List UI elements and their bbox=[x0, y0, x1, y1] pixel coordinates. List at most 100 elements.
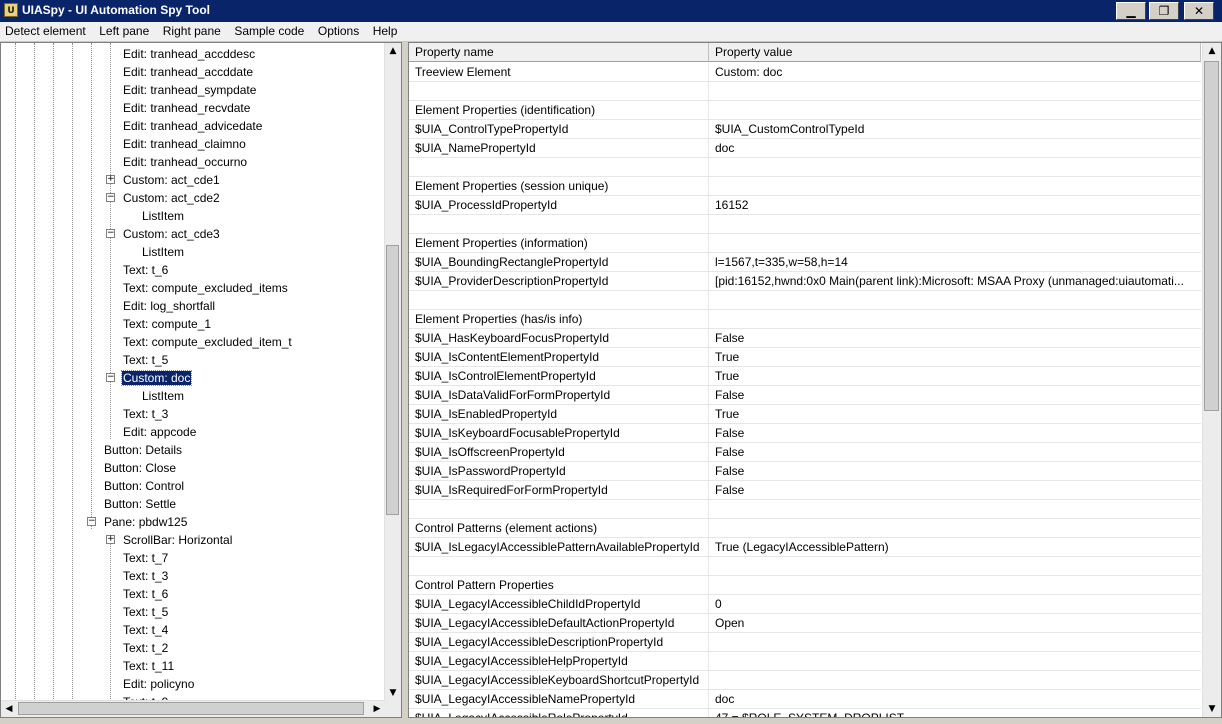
table-row[interactable]: Element Properties (identification) bbox=[409, 101, 1201, 120]
tree-item[interactable]: Edit: tranhead_recvdate bbox=[122, 99, 251, 117]
menu-left-pane[interactable]: Left pane bbox=[94, 22, 154, 41]
scroll-down-arrow-icon[interactable]: ▼ bbox=[1204, 701, 1220, 717]
table-row[interactable]: $UIA_IsControlElementPropertyId True bbox=[409, 367, 1201, 386]
element-tree[interactable]: Edit: tranhead_accddesc Edit: tranhead_ac… bbox=[1, 43, 385, 701]
title-bar[interactable]: U UIASpy - UI Automation Spy Tool ▁ ❐ ✕ bbox=[0, 0, 1222, 22]
table-row[interactable]: Element Properties (has/is info) bbox=[409, 310, 1201, 329]
menu-options[interactable]: Options bbox=[313, 22, 364, 41]
tree-item[interactable]: ListItem bbox=[141, 243, 185, 261]
table-row[interactable]: $UIA_LegacyIAccessibleHelpPropertyId bbox=[409, 652, 1201, 671]
tree-scroll-thumb[interactable] bbox=[386, 245, 399, 515]
column-header-property-value[interactable]: Property value bbox=[709, 43, 1201, 62]
menu-detect-element[interactable]: Detect element bbox=[0, 22, 91, 41]
menu-help[interactable]: Help bbox=[368, 22, 403, 41]
tree-item[interactable]: Text: t_3 bbox=[122, 405, 169, 423]
element-tree-pane[interactable]: Edit: tranhead_accddesc Edit: tranhead_ac… bbox=[0, 42, 402, 718]
collapse-node-icon[interactable]: − bbox=[87, 517, 96, 526]
tree-item[interactable]: Edit: tranhead_claimno bbox=[122, 135, 247, 153]
tree-item[interactable]: Text: t_6 bbox=[122, 585, 169, 603]
table-row[interactable]: $UIA_IsOffscreenPropertyId False bbox=[409, 443, 1201, 462]
close-button[interactable]: ✕ bbox=[1184, 2, 1214, 20]
table-row[interactable] bbox=[409, 158, 1201, 177]
tree-item[interactable]: Edit: appcode bbox=[122, 423, 197, 441]
tree-item[interactable]: Custom: act_cde2 bbox=[122, 189, 221, 207]
tree-item[interactable]: ScrollBar: Horizontal bbox=[122, 531, 233, 549]
tree-item[interactable]: Text: compute_excluded_items bbox=[122, 279, 289, 297]
tree-item[interactable]: Custom: act_cde3 bbox=[122, 225, 221, 243]
tree-hscroll-thumb[interactable] bbox=[18, 702, 364, 715]
table-row[interactable]: $UIA_LegacyIAccessibleRolePropertyId47 =… bbox=[409, 709, 1201, 717]
tree-item[interactable]: Text: t_11 bbox=[122, 657, 175, 675]
tree-item[interactable]: Text: compute_excluded_item_t bbox=[122, 333, 293, 351]
tree-item[interactable]: Text: t_5 bbox=[122, 351, 169, 369]
table-row[interactable]: $UIA_BoundingRectanglePropertyId l=1567,t… bbox=[409, 253, 1201, 272]
tree-item[interactable]: Pane: pbdw125 bbox=[103, 513, 188, 531]
table-row[interactable]: $UIA_IsDataValidForFormPropertyId False bbox=[409, 386, 1201, 405]
collapse-node-icon[interactable]: − bbox=[106, 193, 115, 202]
tree-horizontal-scrollbar[interactable]: ◀ ▶ bbox=[1, 700, 385, 717]
table-row[interactable]: $UIA_LegacyIAccessibleNamePropertyId doc bbox=[409, 690, 1201, 709]
tree-item[interactable]: Button: Settle bbox=[103, 495, 177, 513]
tree-item[interactable]: ListItem bbox=[141, 207, 185, 225]
tree-item[interactable]: Edit: tranhead_occurno bbox=[122, 153, 248, 171]
expand-node-icon[interactable]: + bbox=[106, 535, 115, 544]
table-row[interactable]: $UIA_ProcessIdPropertyId 16152 bbox=[409, 196, 1201, 215]
expand-node-icon[interactable]: + bbox=[106, 175, 115, 184]
tree-item[interactable]: Button: Control bbox=[103, 477, 185, 495]
table-row[interactable]: Control Patterns (element actions) bbox=[409, 519, 1201, 538]
tree-item[interactable]: ListItem bbox=[141, 387, 185, 405]
column-header-property-name[interactable]: Property name bbox=[409, 43, 709, 62]
table-row[interactable]: Element Properties (information) bbox=[409, 234, 1201, 253]
table-row[interactable]: $UIA_IsKeyboardFocusablePropertyId False bbox=[409, 424, 1201, 443]
tree-item[interactable]: Text: t_2 bbox=[122, 639, 169, 657]
tree-vertical-scrollbar[interactable]: ▲ ▼ bbox=[384, 43, 401, 701]
properties-table[interactable]: Property name Property value Treeview El… bbox=[409, 43, 1204, 717]
table-row[interactable]: $UIA_LegacyIAccessibleDescriptionPropert… bbox=[409, 633, 1201, 652]
tree-item[interactable]: Edit: tranhead_advicedate bbox=[122, 117, 263, 135]
tree-item[interactable]: Edit: policyno bbox=[122, 675, 195, 693]
table-row[interactable] bbox=[409, 291, 1201, 310]
scroll-right-arrow-icon[interactable]: ▶ bbox=[369, 701, 385, 717]
minimize-button[interactable]: ▁ bbox=[1116, 2, 1146, 20]
table-row[interactable]: $UIA_LegacyIAccessibleDefaultActionPrope… bbox=[409, 614, 1201, 633]
tree-item[interactable]: Text: t_7 bbox=[122, 549, 169, 567]
table-row[interactable]: $UIA_NamePropertyId doc bbox=[409, 139, 1201, 158]
tree-item[interactable]: Edit: log_shortfall bbox=[122, 297, 216, 315]
table-row[interactable]: $UIA_LegacyIAccessibleKeyboardShortcutPr… bbox=[409, 671, 1201, 690]
table-row[interactable]: Control Pattern Properties bbox=[409, 576, 1201, 595]
tree-item[interactable]: Edit: tranhead_accddesc bbox=[122, 45, 256, 63]
tree-item[interactable]: Text: t_4 bbox=[122, 621, 169, 639]
properties-pane[interactable]: Property name Property value Treeview El… bbox=[408, 42, 1222, 718]
table-row[interactable] bbox=[409, 500, 1201, 519]
scroll-down-arrow-icon[interactable]: ▼ bbox=[385, 685, 401, 701]
table-row[interactable] bbox=[409, 82, 1201, 101]
table-row[interactable]: $UIA_IsEnabledPropertyId True bbox=[409, 405, 1201, 424]
table-row[interactable]: Element Properties (session unique) bbox=[409, 177, 1201, 196]
properties-vertical-scrollbar[interactable]: ▲ ▼ bbox=[1202, 43, 1221, 717]
scroll-up-arrow-icon[interactable]: ▲ bbox=[385, 43, 401, 59]
menu-right-pane[interactable]: Right pane bbox=[158, 22, 226, 41]
restore-button[interactable]: ❐ bbox=[1149, 2, 1179, 20]
tree-item[interactable]: Text: t_6 bbox=[122, 261, 169, 279]
table-row[interactable] bbox=[409, 215, 1201, 234]
scroll-up-arrow-icon[interactable]: ▲ bbox=[1204, 43, 1220, 59]
table-row[interactable]: $UIA_HasKeyboardFocusPropertyId False bbox=[409, 329, 1201, 348]
table-row[interactable]: $UIA_IsLegacyIAccessiblePatternAvailable… bbox=[409, 538, 1201, 557]
collapse-node-icon[interactable]: − bbox=[106, 373, 115, 382]
properties-scroll-thumb[interactable] bbox=[1204, 61, 1219, 411]
tree-item[interactable]: Button: Details bbox=[103, 441, 183, 459]
tree-item[interactable]: Text: t_5 bbox=[122, 603, 169, 621]
tree-item[interactable]: Text: compute_1 bbox=[122, 315, 212, 333]
table-row[interactable] bbox=[409, 557, 1201, 576]
tree-item[interactable]: Button: Close bbox=[103, 459, 177, 477]
tree-item[interactable]: Custom: doc bbox=[120, 369, 193, 387]
table-row[interactable]: $UIA_IsRequiredForFormPropertyId False bbox=[409, 481, 1201, 500]
tree-item[interactable]: Edit: tranhead_sympdate bbox=[122, 81, 257, 99]
tree-item[interactable]: Edit: tranhead_accddate bbox=[122, 63, 254, 81]
tree-item[interactable]: Custom: act_cde1 bbox=[122, 171, 221, 189]
table-row[interactable]: $UIA_ControlTypePropertyId $UIA_CustomCon… bbox=[409, 120, 1201, 139]
tree-item[interactable]: Text: t_3 bbox=[122, 567, 169, 585]
collapse-node-icon[interactable]: − bbox=[106, 229, 115, 238]
table-row[interactable]: $UIA_IsPasswordPropertyId False bbox=[409, 462, 1201, 481]
menu-sample-code[interactable]: Sample code bbox=[229, 22, 309, 41]
